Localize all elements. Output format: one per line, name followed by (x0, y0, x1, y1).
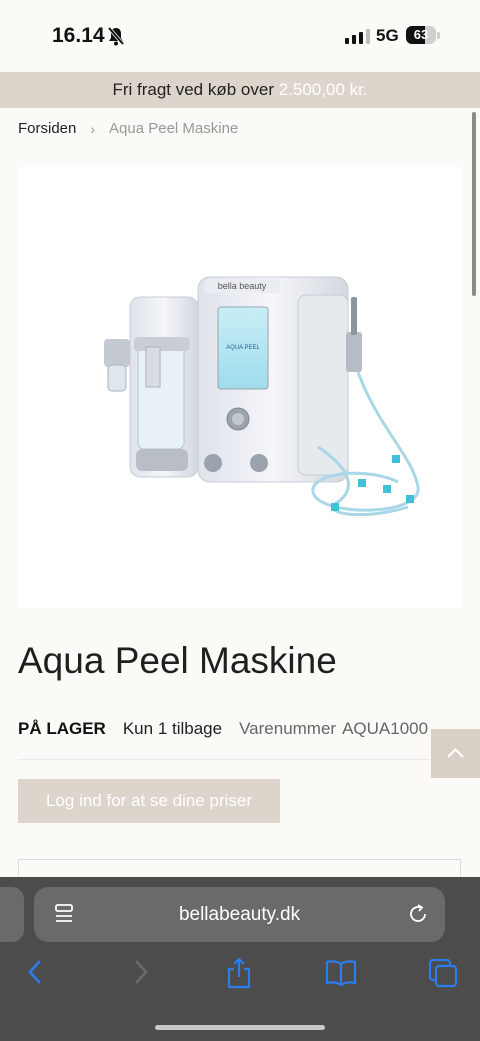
network-type: 5G (376, 26, 399, 45)
stock-count: Kun 1 tilbage (122, 719, 223, 738)
promo-text: Fri fragt ved køb over (112, 80, 279, 99)
battery-icon: 63 (406, 26, 436, 44)
machine-screen-label: AQUA PEEL (226, 345, 260, 351)
scroll-to-top-button[interactable] (431, 729, 480, 778)
tabs-icon[interactable] (427, 957, 459, 989)
bell-slash-icon (107, 26, 125, 46)
breadcrumb-current: Aqua Peel Maskine (109, 120, 239, 137)
product-image[interactable]: bella beauty AQUA PEEL (18, 167, 461, 608)
url-text: bellabeauty.dk (178, 904, 301, 925)
machine-brand-label: bella beauty (218, 281, 267, 291)
breadcrumb-home-link[interactable]: Forsiden (18, 120, 76, 137)
stock-status: PÅ LAGER (18, 719, 106, 738)
back-icon[interactable] (24, 957, 48, 987)
stock-info: PÅ LAGER Kun 1 tilbage Varenummer AQUA10… (18, 719, 428, 739)
chevron-up-icon (447, 747, 464, 758)
promo-amount: 2.500,00 kr. (278, 80, 368, 99)
page-scrollbar[interactable] (472, 112, 476, 296)
battery-cap (437, 32, 440, 39)
product-title: Aqua Peel Maskine (18, 640, 337, 681)
promo-banner: Fri fragt ved køb over 2.500,00 kr. (0, 72, 480, 108)
status-bar: 16.14 5G 63 (0, 0, 480, 72)
bookmarks-icon[interactable] (325, 957, 357, 987)
divider (18, 759, 430, 760)
battery-level: 63 (413, 27, 429, 42)
product-machine-illustration: bella beauty AQUA PEEL (104, 276, 420, 517)
breadcrumb: Forsiden › Aqua Peel Maskine (18, 120, 238, 137)
previous-tab-preview[interactable] (0, 887, 24, 942)
home-indicator[interactable] (155, 1025, 325, 1030)
signal-icon (345, 28, 370, 44)
forward-icon[interactable] (128, 957, 152, 987)
address-bar[interactable]: bellabeauty.dk (34, 887, 445, 942)
share-icon[interactable] (225, 957, 253, 989)
sku-label: Varenummer (239, 719, 337, 738)
sku-value: AQUA1000 (342, 719, 429, 738)
breadcrumb-separator: › (90, 120, 96, 137)
reload-icon[interactable] (406, 902, 430, 926)
status-time: 16.14 (52, 24, 105, 47)
login-for-prices-button[interactable]: Log ind for at se dine priser (18, 779, 280, 823)
